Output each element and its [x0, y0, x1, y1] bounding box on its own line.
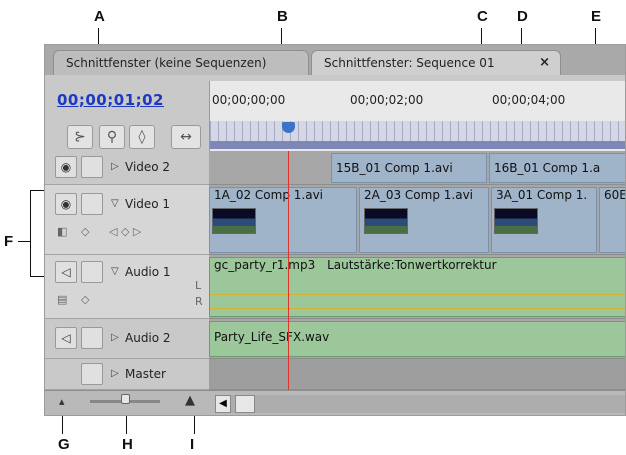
- clip-thumbnail: [364, 208, 408, 234]
- clip-2a-label: 2A_03 Comp 1.avi: [364, 188, 474, 202]
- callout-c: C: [477, 8, 488, 25]
- clip-15b[interactable]: 15B_01 Comp 1.avi: [331, 153, 487, 183]
- clip-thumbnail: [494, 208, 538, 234]
- track-header-audio-1: ◁ ▽ Audio 1 ▤ ◇ L R: [45, 255, 209, 319]
- zoom-out-icon[interactable]: ▴: [59, 395, 65, 408]
- horizontal-scrollbar[interactable]: [215, 395, 625, 413]
- clip-1a-label: 1A_02 Comp 1.avi: [214, 188, 324, 202]
- clip-1a[interactable]: 1A_02 Comp 1.avi: [209, 187, 357, 253]
- snap-tool-icon[interactable]: ⊱: [67, 125, 93, 149]
- time-ruler[interactable]: 00;00;00;00 00;00;02;00 00;00;04;00: [209, 81, 625, 151]
- track-name-video-2: Video 2: [125, 160, 171, 174]
- track-header-master: ▷ Master: [45, 359, 209, 390]
- ruler-label-0: 00;00;00;00: [212, 93, 286, 107]
- callout-e: E: [591, 8, 602, 25]
- clip-60e[interactable]: 60E: [599, 187, 626, 253]
- tab-close-icon[interactable]: ×: [539, 51, 550, 75]
- ruler-label-4s: 00;00;04;00: [492, 93, 566, 107]
- current-time-display[interactable]: 00;00;01;02: [57, 91, 164, 109]
- lock-toggle[interactable]: [81, 363, 103, 385]
- keyframe-nav-icon[interactable]: ◁ ◇ ▷: [109, 225, 141, 238]
- scroll-thumb[interactable]: [235, 395, 255, 413]
- tab-no-sequences[interactable]: Schnittfenster (keine Sequenzen): [53, 50, 309, 75]
- lock-toggle[interactable]: [81, 193, 103, 215]
- eye-icon[interactable]: ◉: [55, 193, 77, 215]
- volume-line[interactable]: [210, 294, 625, 295]
- keyframe-menu-icon[interactable]: ◇: [81, 225, 89, 238]
- expand-triangle-icon[interactable]: ▷: [111, 368, 119, 379]
- ruler-label-2s: 00;00;02;00: [350, 93, 424, 107]
- ruler-ticks: [210, 121, 625, 141]
- collapse-triangle-icon[interactable]: ▽: [111, 198, 119, 209]
- volume-line[interactable]: [210, 308, 625, 309]
- track-name-audio-2: Audio 2: [125, 331, 171, 345]
- track-video-2: 15B_01 Comp 1.avi 16B_01 Comp 1.a: [209, 151, 625, 185]
- collapse-triangle-icon[interactable]: ▽: [111, 266, 119, 277]
- tab-sequence-01-label: Schnittfenster: Sequence 01: [324, 56, 495, 70]
- callout-bracket-f: [30, 190, 31, 276]
- callout-line-f: [18, 241, 30, 242]
- callout-d: D: [517, 8, 528, 25]
- display-style-icon[interactable]: ◧: [57, 225, 67, 238]
- callout-bracket-f-bottom: [30, 276, 44, 277]
- expand-triangle-icon[interactable]: ▷: [111, 161, 119, 172]
- track-name-video-1: Video 1: [125, 197, 171, 211]
- clip-3a[interactable]: 3A_01 Comp 1.: [491, 187, 597, 253]
- clip-16b[interactable]: 16B_01 Comp 1.a: [489, 153, 625, 183]
- drop-tool-icon[interactable]: ◊: [129, 125, 155, 149]
- lock-toggle[interactable]: [81, 156, 103, 178]
- clip-thumbnail: [212, 208, 256, 234]
- speaker-icon[interactable]: ◁: [55, 327, 77, 349]
- tab-bar: Schnittfenster (keine Sequenzen) Schnitt…: [45, 45, 625, 75]
- callout-b: B: [277, 8, 288, 25]
- track-header-audio-2: ◁ ▷ Audio 2: [45, 319, 209, 359]
- callout-bracket-f-top: [30, 190, 44, 191]
- callout-f: F: [4, 233, 14, 250]
- speaker-icon[interactable]: ◁: [55, 261, 77, 283]
- timeline-panel: Schnittfenster (keine Sequenzen) Schnitt…: [44, 44, 626, 416]
- track-name-audio-1: Audio 1: [125, 265, 171, 279]
- callout-i: I: [190, 436, 195, 453]
- keyframe-menu-icon[interactable]: ◇: [81, 293, 89, 306]
- channel-l-label: L: [195, 279, 202, 292]
- display-style-icon[interactable]: ▤: [57, 293, 67, 306]
- eye-icon[interactable]: ◉: [55, 156, 77, 178]
- tab-sequence-01[interactable]: Schnittfenster: Sequence 01 ×: [311, 50, 561, 75]
- bottom-bar: ▴ ▲ ◀: [45, 390, 625, 415]
- track-master: [209, 359, 625, 390]
- expand-triangle-icon[interactable]: ▷: [111, 332, 119, 343]
- track-video-1: 1A_02 Comp 1.avi 2A_03 Comp 1.avi 3A_01 …: [209, 185, 626, 255]
- work-area-bar[interactable]: [210, 141, 625, 149]
- callout-h: H: [122, 436, 133, 453]
- track-audio-1: gc_party_r1.mp3 Lautstärke:Tonwertkorrek…: [209, 255, 625, 319]
- clip-party-life[interactable]: Party_Life_SFX.wav: [209, 321, 625, 357]
- lock-toggle[interactable]: [81, 327, 103, 349]
- track-header-video-2: ◉ ▷ Video 2: [45, 151, 209, 185]
- callout-g: G: [58, 436, 70, 453]
- channel-r-label: R: [195, 295, 203, 308]
- track-name-master: Master: [125, 367, 166, 381]
- clip-3a-label: 3A_01 Comp 1.: [496, 188, 588, 202]
- marker-tool-icon[interactable]: ⚲: [99, 125, 125, 149]
- clip-gc-party-label: gc_party_r1.mp3: [214, 258, 316, 272]
- clip-2a[interactable]: 2A_03 Comp 1.avi: [359, 187, 489, 253]
- track-header-video-1: ◉ ▽ Video 1 ◧ ◇ ◁ ◇ ▷: [45, 185, 209, 255]
- clip-60e-label: 60E: [604, 188, 626, 202]
- callout-a: A: [94, 8, 105, 25]
- lock-toggle[interactable]: [81, 261, 103, 283]
- clip-effect-label[interactable]: Lautstärke:Tonwertkorrektur: [327, 258, 496, 272]
- scroll-left-icon[interactable]: ◀: [215, 395, 231, 413]
- link-tool-icon[interactable]: ↔: [171, 125, 201, 149]
- zoom-slider-handle[interactable]: [121, 394, 130, 404]
- playhead-line[interactable]: [288, 151, 289, 415]
- track-audio-2: Party_Life_SFX.wav: [209, 319, 625, 359]
- clip-gc-party[interactable]: gc_party_r1.mp3 Lautstärke:Tonwertkorrek…: [209, 257, 625, 317]
- zoom-in-icon[interactable]: ▲: [185, 393, 195, 408]
